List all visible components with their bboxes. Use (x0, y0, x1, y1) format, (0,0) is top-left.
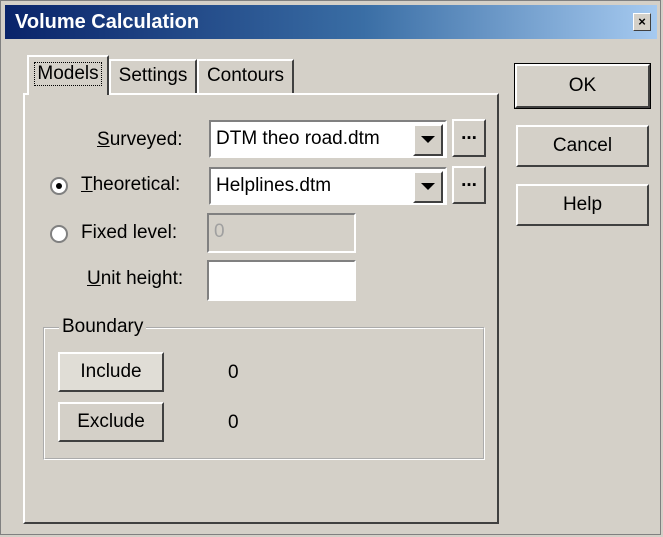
help-button[interactable]: Help (516, 184, 649, 226)
volume-calculation-dialog: Volume Calculation × Models Settings Con… (0, 0, 661, 535)
ok-button[interactable]: OK (514, 63, 651, 109)
close-icon[interactable]: × (633, 13, 651, 31)
title-bar: Volume Calculation × (5, 5, 657, 39)
cancel-button[interactable]: Cancel (516, 125, 649, 167)
tab-settings[interactable]: Settings (109, 59, 197, 93)
models-tab-panel (23, 93, 499, 524)
tab-models-label: Models (34, 62, 102, 86)
window-title: Volume Calculation (15, 11, 200, 33)
tab-models[interactable]: Models (27, 55, 109, 95)
tab-contours[interactable]: Contours (197, 59, 294, 93)
